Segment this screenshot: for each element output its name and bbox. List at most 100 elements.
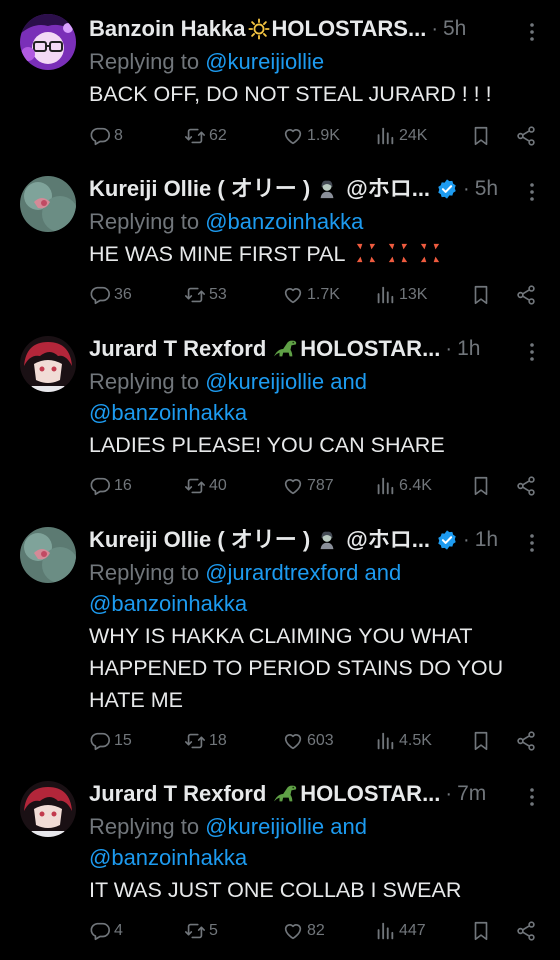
like-button[interactable]: 82 xyxy=(282,915,325,947)
bookmark-button[interactable] xyxy=(470,470,495,502)
like-button[interactable]: 1.9K xyxy=(282,120,340,152)
repost-button[interactable]: 5 xyxy=(184,915,218,947)
tweet[interactable]: Jurard T Rexford HOLOSTAR... · 7m Replyi… xyxy=(0,765,560,960)
vertical-ellipsis-icon[interactable] xyxy=(525,22,539,42)
tweet[interactable]: Kureiji Ollie ( オリー ) @ホロ... · 5h Replyi xyxy=(0,160,560,330)
share-button[interactable] xyxy=(515,120,540,152)
user-handle[interactable]: @ホロ... xyxy=(346,523,430,557)
action-bar: 4 5 82 447 xyxy=(89,915,544,947)
timestamp[interactable]: 7m xyxy=(457,777,486,811)
reply-button[interactable]: 8 xyxy=(89,120,123,152)
timestamp[interactable]: 5h xyxy=(443,12,466,46)
bar-chart-icon xyxy=(377,477,394,495)
avatar[interactable] xyxy=(20,781,76,837)
speech-bubble-icon xyxy=(90,477,110,496)
tweet-header: Jurard T Rexford HOLOSTAR... · 7m xyxy=(89,777,539,811)
heart-icon xyxy=(284,734,302,750)
replying-to-label: Replying to xyxy=(89,369,200,394)
repost-button[interactable]: 53 xyxy=(184,279,227,311)
timestamp[interactable]: 1h xyxy=(457,332,480,366)
avatar[interactable] xyxy=(20,14,76,70)
repost-count: 53 xyxy=(209,286,227,303)
tweet[interactable]: Kureiji Ollie ( オリー ) @ホロ... · 1h Replyi xyxy=(0,511,560,765)
timestamp[interactable]: 1h xyxy=(475,523,498,557)
zombie-woman-icon xyxy=(320,531,334,550)
like-button[interactable]: 603 xyxy=(282,725,334,757)
reply-button[interactable]: 4 xyxy=(89,915,123,947)
reply-count: 36 xyxy=(114,286,132,303)
tweet-text: BACK OFF, DO NOT STEAL JURARD ! ! ! xyxy=(89,82,492,106)
like-count: 787 xyxy=(307,477,334,494)
views-button[interactable]: 13K xyxy=(374,279,427,311)
display-name-suffix[interactable]: HOLOSTARS... xyxy=(272,12,427,46)
mention-link[interactable]: @banzoinhakka xyxy=(89,845,247,870)
display-name[interactable]: Kureiji Ollie ( オリー ) xyxy=(89,172,310,206)
timestamp[interactable]: 5h xyxy=(475,172,498,206)
views-button[interactable]: 24K xyxy=(374,120,427,152)
reply-thread: Banzoin Hakka HOLOSTARS... · 5h Replying… xyxy=(0,0,560,960)
mention-link[interactable]: @kureijiollie xyxy=(205,369,324,394)
action-bar: 36 53 1.7K 13K xyxy=(89,279,544,311)
heart-icon xyxy=(284,288,302,304)
display-name[interactable]: Kureiji Ollie ( オリー ) xyxy=(89,523,310,557)
vertical-ellipsis-icon[interactable] xyxy=(525,533,539,553)
reply-button[interactable]: 15 xyxy=(89,725,132,757)
bar-chart-icon xyxy=(377,127,394,145)
views-count: 13K xyxy=(399,286,428,303)
avatar[interactable] xyxy=(20,527,76,583)
user-handle[interactable]: @ホロ... xyxy=(346,172,430,206)
repost-arrows-icon xyxy=(185,287,205,303)
views-button[interactable]: 6.4K xyxy=(374,470,432,502)
display-name-suffix[interactable]: HOLOSTAR... xyxy=(300,332,440,366)
views-count: 24K xyxy=(399,127,428,144)
reply-button[interactable]: 16 xyxy=(89,470,132,502)
replying-to: Replying to @kureijiollie xyxy=(89,46,539,77)
display-name[interactable]: Banzoin Hakka xyxy=(89,12,246,46)
repost-button[interactable]: 18 xyxy=(184,725,227,757)
mention-link[interactable]: @banzoinhakka xyxy=(89,591,247,616)
like-button[interactable]: 787 xyxy=(282,470,334,502)
mention-link[interactable]: @banzoinhakka xyxy=(89,400,247,425)
vertical-ellipsis-icon[interactable] xyxy=(525,787,539,807)
mention-link[interactable]: @banzoinhakka xyxy=(205,209,363,234)
heart-icon xyxy=(284,924,302,940)
like-button[interactable]: 1.7K xyxy=(282,279,340,311)
display-name-suffix[interactable]: HOLOSTAR... xyxy=(300,777,440,811)
bookmark-button[interactable] xyxy=(470,725,495,757)
bookmark-button[interactable] xyxy=(470,279,495,311)
reply-button[interactable]: 36 xyxy=(89,279,132,311)
share-button[interactable] xyxy=(515,725,540,757)
vertical-ellipsis-icon[interactable] xyxy=(525,182,539,202)
display-name[interactable]: Jurard T Rexford xyxy=(89,777,266,811)
mention-joiner: and xyxy=(364,560,402,585)
share-button[interactable] xyxy=(515,279,540,311)
repost-count: 18 xyxy=(209,732,227,749)
avatar[interactable] xyxy=(20,336,76,392)
display-name[interactable]: Jurard T Rexford xyxy=(89,332,266,366)
tweet-text: IT WAS JUST ONE COLLAB I SWEAR xyxy=(89,878,462,902)
mention-link[interactable]: @jurardtrexford xyxy=(205,560,358,585)
separator-dot: · xyxy=(445,338,453,360)
repost-button[interactable]: 40 xyxy=(184,470,227,502)
replying-to: Replying to @kureijiollie and @banzoinha… xyxy=(89,366,539,428)
vertical-ellipsis-icon[interactable] xyxy=(525,342,539,362)
heart-icon xyxy=(284,479,302,495)
bookmark-button[interactable] xyxy=(470,915,495,947)
separator-dot: · xyxy=(445,783,453,805)
repost-button[interactable]: 62 xyxy=(184,120,227,152)
tweet-text-body: HE WAS MINE FIRST PAL xyxy=(89,242,345,266)
share-button[interactable] xyxy=(515,915,540,947)
views-button[interactable]: 447 xyxy=(374,915,426,947)
tweet[interactable]: Banzoin Hakka HOLOSTARS... · 5h Replying… xyxy=(0,0,560,170)
tweet-content: Jurard T Rexford HOLOSTAR... · 1h Replyi… xyxy=(89,332,539,461)
views-button[interactable]: 4.5K xyxy=(374,725,432,757)
share-button[interactable] xyxy=(515,470,540,502)
separator-dot: · xyxy=(463,529,470,551)
share-nodes-icon xyxy=(517,476,535,496)
mention-link[interactable]: @kureijiollie xyxy=(205,814,324,839)
mention-link[interactable]: @kureijiollie xyxy=(205,49,324,74)
avatar[interactable] xyxy=(20,176,76,232)
bookmark-button[interactable] xyxy=(470,120,495,152)
tweet[interactable]: Jurard T Rexford HOLOSTAR... · 1h Replyi… xyxy=(0,320,560,510)
share-nodes-icon xyxy=(517,126,535,146)
